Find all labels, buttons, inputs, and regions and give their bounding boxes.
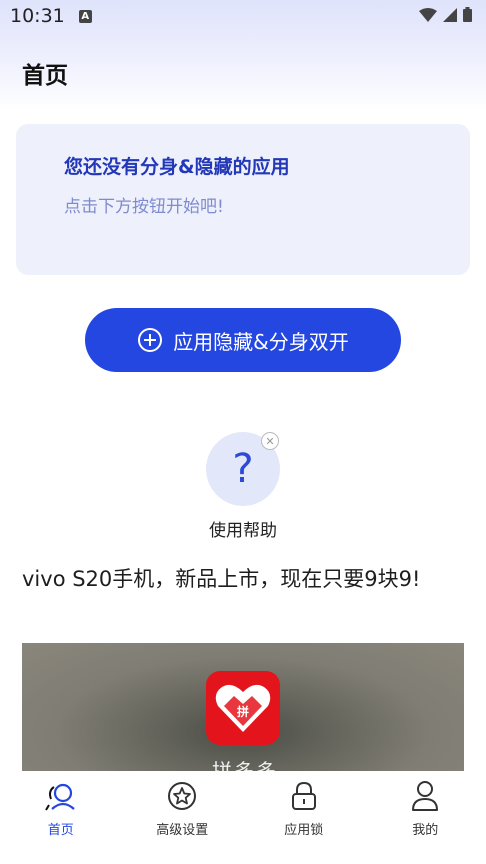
nav-advanced-settings[interactable]: 高级设置 (122, 771, 244, 864)
nav-advanced-settings-label: 高级设置 (156, 823, 209, 838)
wifi-icon (419, 7, 437, 22)
ad-image-caption: 拼多多 (212, 759, 278, 771)
hide-and-clone-button-label: 应用隐藏&分身双开 (173, 329, 349, 354)
lock-icon (287, 779, 321, 813)
empty-state-title: 您还没有分身&隐藏的应用 (64, 156, 290, 178)
nav-app-lock[interactable]: 应用锁 (243, 771, 365, 864)
pinduoduo-logo: 拼 (206, 671, 280, 745)
plus-circle-icon (138, 328, 163, 352)
person-icon (408, 779, 442, 813)
ad-image[interactable]: 拼 拼多多 (22, 643, 464, 771)
empty-state-card: 您还没有分身&隐藏的应用 点击下方按钮开始吧! (16, 124, 470, 275)
hide-and-clone-button[interactable]: 应用隐藏&分身双开 (85, 308, 401, 372)
status-icons (419, 7, 472, 22)
nav-home[interactable]: 首页 (0, 771, 122, 864)
status-bar: 10:31 A (0, 0, 486, 32)
heart-logo-icon: 拼 (215, 684, 271, 732)
nav-home-label: 首页 (47, 823, 74, 838)
close-icon[interactable]: ✕ (261, 432, 279, 450)
nav-profile[interactable]: 我的 (365, 771, 486, 864)
nav-app-lock-label: 应用锁 (284, 823, 324, 838)
help-label: 使用帮助 (209, 521, 277, 541)
page-title: 首页 (22, 63, 68, 89)
signal-icon (443, 7, 457, 22)
battery-icon (463, 7, 472, 22)
help-entry[interactable]: ? 使用帮助 (186, 430, 300, 541)
help-symbol: ? (232, 446, 254, 492)
bottom-navigation: 首页 高级设置 应用锁 我的 (0, 771, 486, 864)
nav-profile-label: 我的 (412, 823, 439, 838)
status-time: 10:31 (10, 5, 65, 27)
status-indicator: A (78, 9, 92, 23)
empty-state-subtitle: 点击下方按钮开始吧! (64, 197, 224, 217)
star-circle-icon (165, 779, 199, 813)
home-search-icon (44, 779, 78, 813)
logo-glyph: 拼 (237, 704, 249, 719)
ad-title[interactable]: vivo S20手机，新品上市，现在只要9块9! (22, 562, 472, 596)
